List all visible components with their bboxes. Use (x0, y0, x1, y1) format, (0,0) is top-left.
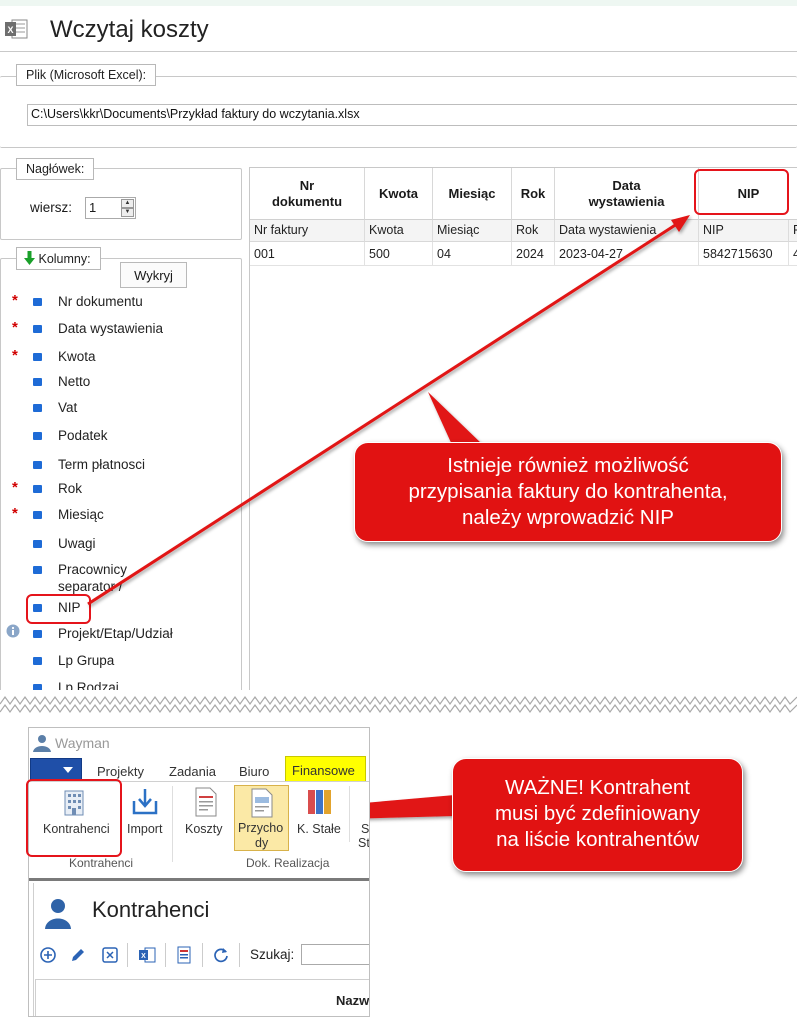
source-header-cell: Rok (512, 220, 555, 242)
source-header-cell: Kwota (365, 220, 433, 242)
column-bullet-icon (33, 378, 42, 386)
column-bullet-icon (33, 353, 42, 361)
app-name: Wayman (55, 735, 110, 751)
column-bullet-icon (33, 511, 42, 519)
source-header-cell: Data wystawienia (555, 220, 699, 242)
table-header-cell[interactable]: Kwota (365, 168, 433, 220)
callout-nip: Istnieje również możliwość przypisania f… (354, 442, 782, 542)
search-label: Szukaj: (250, 947, 295, 962)
column-bullet-icon (33, 461, 42, 469)
import-ribbon-button[interactable]: Import (123, 783, 167, 855)
screenshot-stage: X Wczytaj koszty Plik (Microsoft Excel):… (0, 0, 797, 1020)
panel-toolbar: X Szukaj: (29, 935, 369, 975)
source-header-cell: NIP (699, 220, 789, 242)
required-star: * (12, 347, 18, 364)
import-icon (132, 789, 158, 815)
toolbar-separator (165, 943, 166, 967)
koszty-ribbon-button[interactable]: Koszty (181, 783, 231, 855)
info-icon (6, 624, 20, 638)
torn-edge-lines (0, 695, 797, 714)
user-icon (45, 899, 71, 929)
toolbar-separator (239, 943, 240, 967)
column-bullet-icon (33, 566, 42, 574)
torn-edge-top (0, 695, 797, 706)
mapping-table: Nr dokumentu Kwota Miesiąc Rok Data wystaw… (249, 167, 797, 707)
callout-important: WAŻNE! Kontrahent musi być zdefiniowany … (452, 758, 743, 872)
table-cell: 5842715630 (699, 242, 789, 266)
chevron-down-icon (63, 767, 73, 773)
partial-ribbon-button[interactable]: S St (353, 783, 369, 855)
nip-highlight (26, 594, 91, 624)
tab-biuro[interactable]: Biuro (239, 764, 269, 779)
source-header-cell: Nr faktury (250, 220, 365, 242)
table-cell: 001 (250, 242, 365, 266)
delete-icon[interactable] (101, 946, 119, 964)
wayman-app-window: Wayman Projekty Zadania Biuro Finansowe … (28, 727, 370, 1017)
column-bullet-icon (33, 657, 42, 665)
nip-header-highlight (694, 169, 789, 215)
wayman-logo-icon (33, 735, 51, 752)
column-bullet-icon (33, 404, 42, 412)
kontrahenci-button-highlight (26, 779, 122, 857)
required-star: * (12, 505, 18, 522)
refresh-icon[interactable] (212, 946, 230, 964)
tab-projekty[interactable]: Projekty (97, 764, 144, 779)
column-bullet-icon (33, 540, 42, 548)
column-bullet-icon (33, 298, 42, 306)
ribbon-separator (349, 786, 350, 842)
column-bullet-icon (33, 485, 42, 493)
edit-pencil-icon[interactable] (69, 946, 87, 964)
excel-export-icon[interactable]: X (138, 946, 156, 964)
source-header-cell: P (789, 220, 797, 242)
toolbar-separator (127, 943, 128, 967)
required-star: * (12, 479, 18, 496)
table-cell: 2024 (512, 242, 555, 266)
required-star: * (12, 292, 18, 309)
cost-document-icon (195, 787, 217, 817)
binders-icon (308, 790, 331, 814)
table-header-cell[interactable]: Rok (512, 168, 555, 220)
table-cell: 04 (433, 242, 512, 266)
tab-zadania[interactable]: Zadania (169, 764, 216, 779)
table-header-cell[interactable]: Nr dokumentu (250, 168, 365, 220)
column-bullet-icon (33, 325, 42, 333)
income-document-icon (251, 788, 273, 818)
table-cell: 2023-04-27 (555, 242, 699, 266)
panel-title: Kontrahenci (92, 897, 210, 922)
koszty-stale-ribbon-button[interactable]: K. Stałe (293, 783, 347, 855)
table-cell: 4 (789, 242, 797, 266)
przychody-ribbon-button[interactable]: Przycho dy (234, 785, 289, 851)
required-star: * (12, 319, 18, 336)
app-menu-button[interactable] (30, 758, 82, 780)
ribbon-bottom-border (29, 878, 369, 881)
search-input[interactable] (301, 944, 369, 965)
column-bullet-icon (33, 630, 42, 638)
source-header-cell: Miesiąc (433, 220, 512, 242)
table-header-cell[interactable]: Miesiąc (433, 168, 512, 220)
svg-text:X: X (141, 953, 146, 960)
table-header-cell[interactable]: Data wystawienia (555, 168, 699, 220)
ribbon-group-label: Dok. Realizacja (246, 856, 330, 870)
ribbon-separator (172, 786, 173, 862)
add-icon[interactable] (39, 946, 57, 964)
report-icon[interactable] (175, 946, 193, 964)
grid-column-header[interactable]: Nazw (336, 993, 369, 1008)
toolbar-separator (202, 943, 203, 967)
table-cell: 500 (365, 242, 433, 266)
ribbon-group-label: Kontrahenci (69, 856, 134, 870)
torn-edge-bottom (0, 703, 797, 714)
column-bullet-icon (33, 432, 42, 440)
grid-area: Nazw (35, 979, 369, 1016)
tab-finansowe[interactable]: Finansowe (285, 756, 366, 782)
